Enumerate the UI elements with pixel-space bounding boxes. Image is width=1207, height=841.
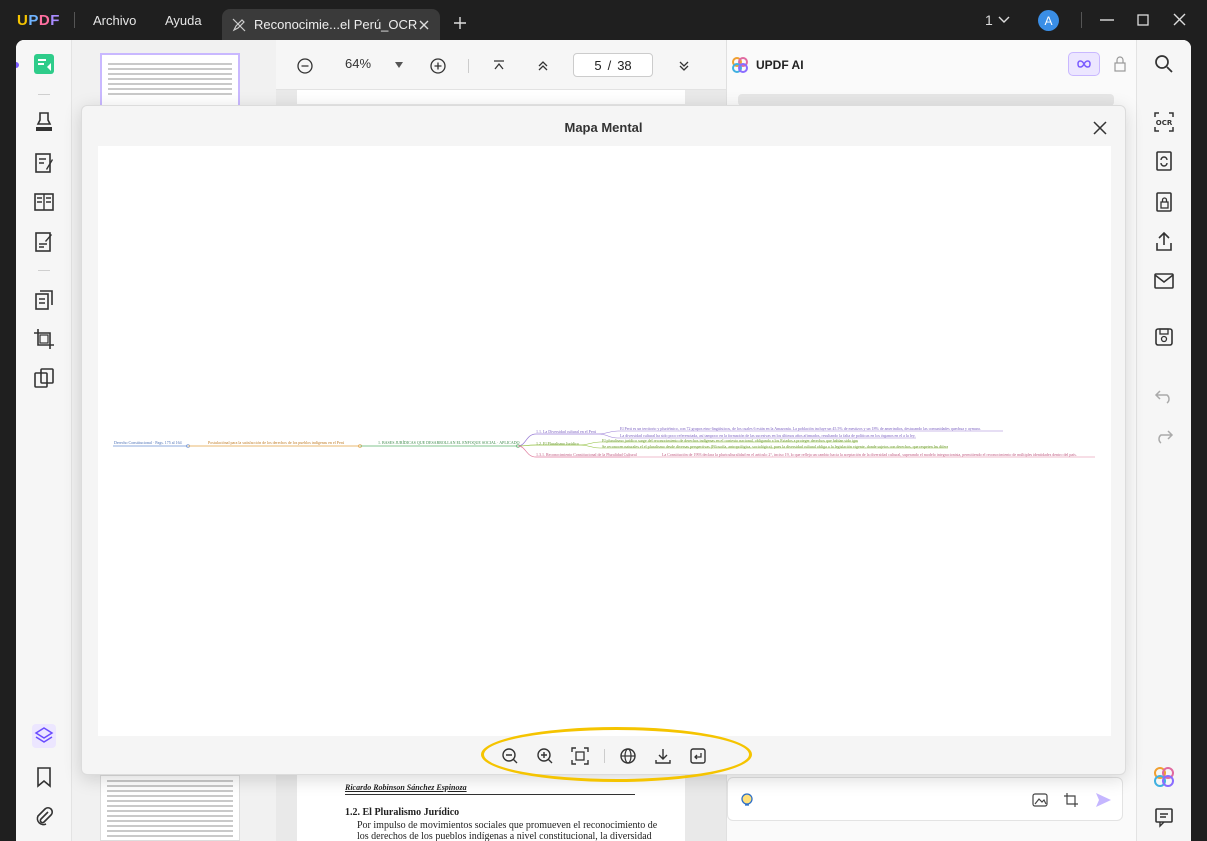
section-heading: 1.2. El Pluralismo Jurídico bbox=[345, 807, 460, 818]
form-icon[interactable] bbox=[32, 230, 56, 254]
svg-text:OCR: OCR bbox=[1156, 119, 1173, 127]
page-thumbnail[interactable] bbox=[100, 775, 240, 841]
author-rule bbox=[345, 794, 635, 795]
updf-ai-logo-icon bbox=[732, 57, 748, 73]
page-author: Ricardo Robinson Sánchez Espinoza bbox=[345, 783, 467, 792]
layers-icon[interactable] bbox=[32, 724, 56, 748]
minimize-icon[interactable] bbox=[1100, 18, 1114, 22]
body-line: Por impulso de movimientos sociales que … bbox=[357, 820, 658, 831]
page-selector[interactable]: 1 bbox=[985, 12, 993, 28]
image-icon[interactable] bbox=[1032, 793, 1048, 807]
zoom-out-icon[interactable] bbox=[500, 746, 520, 766]
zoom-dropdown-icon[interactable] bbox=[395, 62, 403, 68]
mind-map-branch-node[interactable]: 1.3.1. Reconocimiento Constitucional de … bbox=[536, 452, 637, 457]
infinity-button[interactable] bbox=[1068, 52, 1100, 76]
document-page: Ricardo Robinson Sánchez Espinoza 1.2. E… bbox=[297, 775, 685, 841]
page-thumbnail[interactable] bbox=[100, 53, 240, 108]
mind-map-level1-node[interactable]: Postulaciónal para la satisfacción de lo… bbox=[208, 440, 344, 445]
close-window-icon[interactable] bbox=[1173, 13, 1186, 26]
title-bar: UPDF Archivo Ayuda Reconocimie...el Perú… bbox=[0, 0, 1207, 40]
mind-map-root-node[interactable]: Derecho Constitucional · Pags. 175 al 16… bbox=[114, 440, 182, 445]
redo-icon[interactable] bbox=[1152, 423, 1176, 447]
document-toolbar: 64% 5 / 38 bbox=[276, 40, 726, 90]
mind-map-toolbar bbox=[482, 743, 712, 769]
screenshot-crop-icon[interactable] bbox=[1063, 792, 1079, 808]
close-icon[interactable] bbox=[1091, 119, 1109, 137]
tab-title: Reconocimie...el Perú_OCR bbox=[254, 17, 418, 32]
toolbar-divider bbox=[468, 59, 469, 73]
mind-map-branch-node[interactable]: 1.1. La Diversidad cultural en el Perú bbox=[536, 429, 596, 434]
active-indicator bbox=[16, 62, 19, 68]
share-icon[interactable] bbox=[1152, 230, 1176, 254]
edit-off-icon bbox=[232, 18, 246, 31]
comments-icon[interactable] bbox=[1152, 805, 1176, 829]
current-page: 5 bbox=[594, 57, 602, 73]
updf-logo: UPDF bbox=[17, 12, 60, 29]
next-page-icon[interactable] bbox=[677, 59, 691, 73]
email-icon[interactable] bbox=[1152, 269, 1176, 293]
mind-map-detail-node[interactable]: El pluralismo jurídico surge del reconoc… bbox=[602, 438, 858, 443]
total-pages: 38 bbox=[617, 57, 632, 73]
toolbar-divider bbox=[38, 94, 50, 95]
send-icon[interactable] bbox=[1095, 792, 1112, 808]
combine-files-icon[interactable] bbox=[32, 366, 56, 390]
page-number-input[interactable]: 5 / 38 bbox=[573, 53, 653, 77]
document-page bbox=[297, 90, 685, 104]
edit-pdf-icon[interactable] bbox=[32, 151, 56, 175]
reader-icon[interactable] bbox=[32, 52, 56, 76]
body-line: los derechos de los pueblos indígenas a … bbox=[357, 831, 652, 841]
zoom-in-icon[interactable] bbox=[430, 58, 446, 74]
undo-icon[interactable] bbox=[1152, 383, 1176, 407]
highlighter-icon[interactable] bbox=[32, 110, 56, 134]
document-tab[interactable]: Reconocimie...el Perú_OCR bbox=[222, 9, 440, 40]
user-avatar[interactable]: A bbox=[1038, 10, 1059, 31]
chevron-down-icon[interactable] bbox=[998, 15, 1010, 25]
toolbar-divider bbox=[38, 270, 50, 271]
ocr-icon[interactable]: OCR bbox=[1152, 110, 1176, 134]
save-icon[interactable] bbox=[1152, 325, 1176, 349]
convert-icon[interactable] bbox=[1152, 149, 1176, 173]
previous-page-icon[interactable] bbox=[536, 59, 550, 73]
title-separator bbox=[1081, 12, 1082, 28]
maximize-icon[interactable] bbox=[1137, 14, 1149, 26]
right-toolbar: OCR bbox=[1136, 40, 1191, 841]
search-icon[interactable] bbox=[1152, 52, 1176, 76]
ai-input-box[interactable] bbox=[727, 777, 1123, 821]
organize-pages-icon[interactable] bbox=[32, 288, 56, 312]
lightbulb-icon[interactable] bbox=[738, 791, 756, 809]
close-tab-icon[interactable] bbox=[418, 19, 430, 31]
toolbar-divider bbox=[604, 749, 605, 763]
title-separator bbox=[74, 12, 75, 28]
left-toolbar bbox=[16, 40, 72, 841]
mind-map-detail-node[interactable]: Se reconocen naturales el el pluralismo … bbox=[602, 444, 948, 449]
protect-icon[interactable] bbox=[1152, 190, 1176, 214]
download-icon[interactable] bbox=[653, 746, 673, 766]
mind-map-canvas[interactable]: Derecho Constitucional · Pags. 175 al 16… bbox=[98, 146, 1111, 736]
insert-to-document-icon[interactable] bbox=[688, 746, 708, 766]
updf-ai-icon[interactable] bbox=[1152, 765, 1176, 789]
mind-map-branch-node[interactable]: 1.2. El Pluralismo Jurídico bbox=[536, 441, 579, 446]
mind-map-detail-node[interactable]: El Perú es un territorio y pluriétnico, … bbox=[620, 426, 1003, 431]
first-page-icon[interactable] bbox=[492, 59, 506, 73]
globe-icon[interactable] bbox=[618, 746, 638, 766]
mind-map-level2-node[interactable]: 1. BASES JURÍDICAS QUE DESARROLLAN EL EN… bbox=[378, 440, 520, 445]
page-separator: / bbox=[607, 57, 612, 73]
zoom-level[interactable]: 64% bbox=[345, 56, 371, 71]
mind-map-detail-node[interactable]: La Constitución de 1993 declara la pluri… bbox=[662, 452, 1095, 457]
menu-archivo[interactable]: Archivo bbox=[93, 13, 136, 28]
zoom-in-icon[interactable] bbox=[535, 746, 555, 766]
bookmark-icon[interactable] bbox=[32, 765, 56, 789]
new-tab-icon[interactable] bbox=[453, 16, 467, 30]
mind-map-dialog: Mapa Mental Derecho Constitucional · Pag… bbox=[81, 105, 1126, 775]
crop-pages-icon[interactable] bbox=[32, 327, 56, 351]
ai-panel-title: UPDF AI bbox=[756, 58, 804, 72]
attachment-icon[interactable] bbox=[32, 805, 56, 829]
infinity-icon bbox=[1077, 60, 1091, 68]
lock-icon[interactable] bbox=[1114, 56, 1126, 72]
menu-ayuda[interactable]: Ayuda bbox=[165, 13, 202, 28]
page-layout-icon[interactable] bbox=[32, 190, 56, 214]
zoom-out-icon[interactable] bbox=[297, 58, 313, 74]
fit-to-screen-icon[interactable] bbox=[570, 746, 590, 766]
dialog-title: Mapa Mental bbox=[564, 120, 643, 135]
